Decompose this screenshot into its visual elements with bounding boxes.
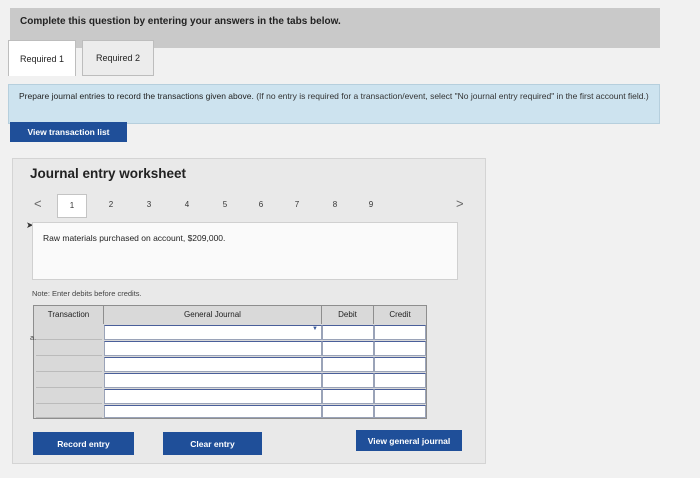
page-8[interactable]: 8	[328, 194, 342, 216]
account-select[interactable]	[104, 325, 322, 340]
credit-field[interactable]	[374, 357, 426, 372]
transaction-cell[interactable]	[36, 373, 102, 388]
header-debit: Debit	[322, 306, 374, 324]
account-field[interactable]	[104, 405, 322, 418]
transaction-cell[interactable]	[36, 325, 102, 340]
debit-field[interactable]	[322, 325, 374, 340]
view-general-journal-button[interactable]: View general journal	[356, 430, 462, 451]
transaction-cell[interactable]	[36, 405, 102, 418]
debit-field[interactable]	[322, 341, 374, 356]
debit-field[interactable]	[322, 357, 374, 372]
transaction-label: a.	[30, 333, 37, 342]
page-4[interactable]: 4	[180, 194, 194, 216]
view-transaction-list-button[interactable]: View transaction list	[10, 122, 127, 142]
transaction-cell[interactable]	[36, 357, 102, 372]
account-field[interactable]	[104, 373, 322, 388]
prompt-note: (If no entry is required for a transacti…	[256, 91, 649, 101]
page-9[interactable]: 9	[364, 194, 378, 216]
dropdown-arrow-icon[interactable]: ▼	[312, 326, 318, 332]
credit-field[interactable]	[374, 389, 426, 404]
credit-field[interactable]	[374, 325, 426, 340]
header-transaction: Transaction	[34, 306, 104, 324]
transaction-cell[interactable]	[36, 341, 102, 356]
account-field[interactable]	[104, 341, 322, 356]
page-7[interactable]: 7	[290, 194, 304, 216]
transaction-cell[interactable]	[36, 389, 102, 404]
page-6[interactable]: 6	[254, 194, 268, 216]
journal-entry-table: Transaction General Journal Debit Credit	[33, 305, 427, 419]
account-field[interactable]	[104, 357, 322, 372]
debit-field[interactable]	[322, 389, 374, 404]
instruction-text: Complete this question by entering your …	[20, 16, 341, 27]
debit-field[interactable]	[322, 373, 374, 388]
account-field[interactable]	[104, 389, 322, 404]
credit-field[interactable]	[374, 341, 426, 356]
credit-field[interactable]	[374, 373, 426, 388]
entry-note: Note: Enter debits before credits.	[32, 289, 142, 298]
transaction-description: Raw materials purchased on account, $209…	[43, 233, 226, 243]
page-5[interactable]: 5	[218, 194, 232, 216]
credit-field[interactable]	[374, 405, 426, 418]
tab-required-1[interactable]: Required 1	[8, 40, 76, 76]
next-page-chevron-icon[interactable]: >	[456, 196, 464, 211]
header-credit: Credit	[389, 310, 411, 319]
transaction-description-box: Raw materials purchased on account, $209…	[32, 222, 458, 280]
clear-entry-button[interactable]: Clear entry	[163, 432, 262, 455]
header-general-journal: General Journal	[104, 306, 322, 324]
tab-required-2[interactable]: Required 2	[82, 40, 154, 76]
page-1[interactable]: 1	[57, 194, 87, 218]
page-2[interactable]: 2	[104, 194, 118, 216]
question-prompt: Prepare journal entries to record the tr…	[8, 84, 660, 124]
record-entry-button[interactable]: Record entry	[33, 432, 134, 455]
page-3[interactable]: 3	[142, 194, 156, 216]
worksheet-title: Journal entry worksheet	[30, 166, 187, 181]
debit-field[interactable]	[322, 405, 374, 418]
prev-page-chevron-icon[interactable]: <	[34, 196, 42, 211]
prompt-text: Prepare journal entries to record the tr…	[19, 91, 254, 101]
